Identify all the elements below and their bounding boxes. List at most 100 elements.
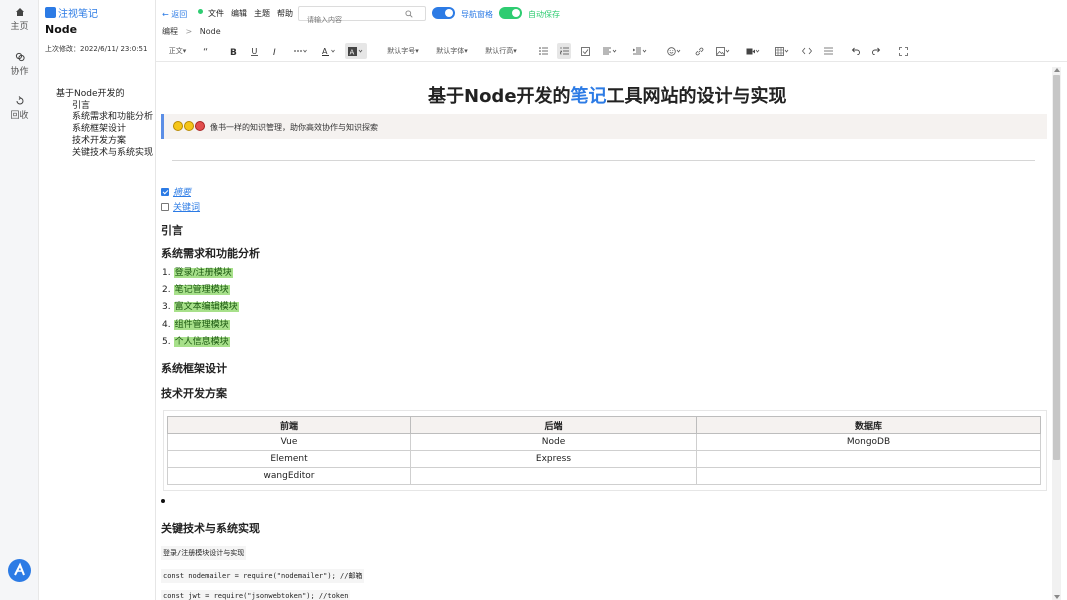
svg-text:B: B (230, 48, 237, 56)
list-number: 3. (162, 302, 171, 313)
outline-item[interactable]: 系统需求和功能分析 (39, 112, 156, 124)
rail-collab[interactable]: 协作 (0, 52, 39, 77)
autosave-label: 自动保存 (528, 10, 560, 19)
indent-icon (633, 47, 647, 55)
nav-pane-toggle[interactable] (432, 7, 455, 19)
bold-icon: B (230, 48, 237, 56)
link-button[interactable] (692, 43, 706, 59)
divider-button[interactable] (821, 43, 835, 59)
horizontal-rule (172, 160, 1035, 161)
more-icon (294, 49, 307, 53)
redo-button[interactable] (869, 43, 883, 59)
section-heading: 关键技术与系统实现 (161, 522, 260, 535)
editor-area[interactable] (156, 62, 1067, 600)
rail-home[interactable]: 主页 (0, 7, 39, 32)
search-input[interactable] (299, 14, 399, 27)
line-height-label: 默认行高 (485, 47, 514, 55)
table-cell[interactable] (696, 467, 1041, 485)
quote-button[interactable]: “ (200, 43, 214, 59)
rail-recycle[interactable]: 回收 (0, 96, 39, 121)
svg-text:I: I (273, 48, 276, 56)
top-bar: ← 返回 文件 编辑 主题 帮助 导航窗格 自动保存 (156, 0, 1067, 27)
paragraph-select[interactable]: 正文 ▾ (164, 43, 191, 59)
table-cell[interactable]: Express (410, 450, 697, 468)
redo-icon (871, 47, 880, 55)
breadcrumb-root[interactable]: 编程 (162, 27, 178, 36)
doc-title: Node (45, 23, 78, 36)
font-size-select[interactable]: 默认字号 ▾ (384, 43, 422, 59)
table-icon (775, 46, 789, 56)
font-family-select[interactable]: 默认字体 ▾ (433, 43, 471, 59)
table-cell[interactable]: wangEditor (167, 467, 411, 485)
task-checkbox[interactable] (161, 202, 169, 211)
image-button[interactable] (713, 43, 733, 59)
table-cell[interactable]: Vue (167, 433, 411, 451)
ordered-list: 1. 登录/注册模块 2. 笔记管理模块 3. 富文本编辑模块 4. 组件管理模块 5.… (162, 266, 239, 352)
task-link[interactable]: 摘要 (173, 185, 191, 198)
editor-toolbar: 正文 ▾ “ B U I A A 默认字号 ▾ 默认字体 ▾ 默认行高 ▾ (156, 40, 1067, 62)
app-logo-icon[interactable] (8, 559, 31, 582)
table-row: wangEditor (167, 467, 1041, 485)
bold-button[interactable]: B (227, 43, 241, 59)
fullscreen-button[interactable] (896, 43, 910, 59)
outline-item[interactable]: 技术开发方案 (39, 136, 156, 148)
autosave-toggle[interactable] (499, 7, 522, 19)
icon-rail: 主页 协作 回收 (0, 0, 39, 600)
menu-file[interactable]: 文件 (208, 8, 224, 19)
outline-item[interactable]: 基于Node开发的 (39, 89, 156, 101)
undo-button[interactable] (848, 43, 862, 59)
task-checkbox[interactable] (161, 187, 169, 196)
table-header-cell[interactable]: 前端 (167, 416, 411, 434)
brand[interactable]: 注视笔记 (45, 5, 98, 20)
todo-button[interactable] (578, 43, 592, 59)
table-cell[interactable]: Element (167, 450, 411, 468)
outline-sidebar: 注视笔记 Node 上次修改：2022/6/11/ 23:0:51 基于Node… (39, 0, 156, 600)
outline-item[interactable]: 引言 (39, 101, 156, 113)
italic-icon: I (273, 48, 276, 56)
back-link[interactable]: ← 返回 (162, 9, 187, 20)
underline-button[interactable]: U (248, 43, 262, 59)
code-button[interactable] (800, 43, 814, 59)
video-button[interactable] (743, 43, 763, 59)
outline-item[interactable]: 关键技术与系统实现 (39, 148, 156, 160)
search-icon[interactable] (405, 10, 413, 18)
font-color-icon: A (322, 47, 335, 56)
indent-button[interactable] (630, 43, 650, 59)
table-cell[interactable]: MongoDB (696, 433, 1041, 451)
table-header-cell[interactable]: 后端 (410, 416, 697, 434)
line-height-select[interactable]: 默认行高 ▾ (482, 43, 520, 59)
section-heading: 技术开发方案 (161, 387, 227, 400)
table-cell[interactable]: Node (410, 433, 697, 451)
table-header-cell[interactable]: 数据库 (696, 416, 1041, 434)
italic-button[interactable]: I (269, 43, 283, 59)
align-button[interactable] (600, 43, 620, 59)
scroll-up-icon[interactable] (1054, 68, 1060, 72)
scrollbar-thumb[interactable] (1053, 75, 1060, 460)
menu-help[interactable]: 帮助 (277, 8, 293, 19)
outline-item[interactable]: 系统框架设计 (39, 124, 156, 136)
menu-theme[interactable]: 主题 (254, 8, 270, 19)
table-cell[interactable] (410, 467, 697, 485)
table-header-row: 前端 后端 数据库 (167, 416, 1041, 434)
font-color-button[interactable]: A (320, 43, 338, 59)
code-line: const jwt = require("jsonwebtoken"); //t… (161, 590, 351, 600)
paragraph-select-label: 正文 (168, 47, 183, 55)
table-cell[interactable] (696, 450, 1041, 468)
undo-icon (851, 47, 860, 55)
scroll-down-icon[interactable] (1054, 595, 1060, 599)
vertical-scrollbar[interactable] (1052, 67, 1061, 600)
saved-status-dot (198, 8, 203, 14)
bullet-list-button[interactable] (536, 43, 550, 59)
list-number: 5. (162, 336, 171, 347)
emoji-group (173, 121, 205, 131)
numbered-list-button[interactable] (557, 43, 571, 59)
table-button[interactable] (772, 43, 792, 59)
menu-edit[interactable]: 编辑 (231, 8, 247, 19)
background-color-button[interactable]: A (345, 43, 367, 59)
list-item-text: 登录/注册模块 (173, 268, 233, 278)
task-link[interactable]: 关键词 (173, 200, 200, 213)
more-format-button[interactable] (290, 43, 310, 59)
list-item: 2. 笔记管理模块 (162, 283, 239, 300)
emoji-button[interactable] (664, 43, 684, 59)
task-item: 关键词 (161, 200, 200, 213)
